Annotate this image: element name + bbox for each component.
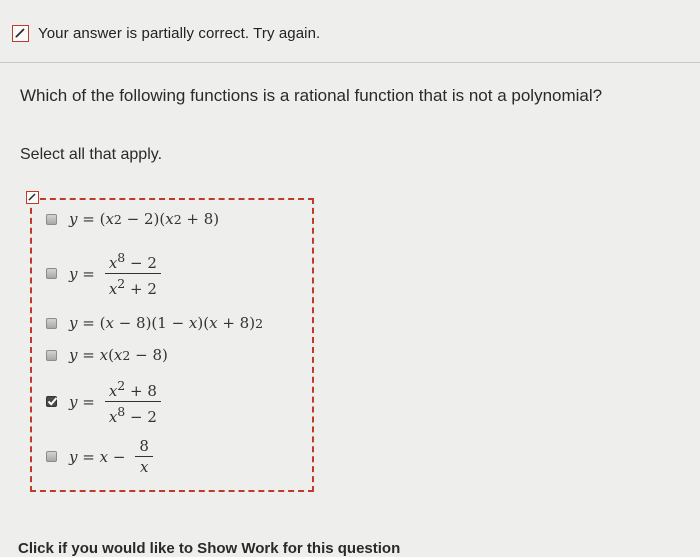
show-work-link[interactable]: Click if you would like to Show Work for… [18,540,400,557]
question-prompt: Which of the following functions is a ra… [20,86,603,105]
option-4[interactable]: y = x(x 2 − 8) [46,346,168,364]
option-3-formula: y = (x − 8)(1 − x)(x + 8) 2 [69,314,264,332]
divider [0,62,700,63]
partial-correct-icon [12,25,29,42]
option-3-checkbox[interactable] [46,317,57,329]
option-1[interactable]: y = (x 2 − 2)(x 2 + 8) [46,210,219,228]
option-5-checkbox[interactable] [46,396,58,407]
feedback-message: Your answer is partially correct. Try ag… [38,25,321,42]
answer-options-box: y = (x 2 − 2)(x 2 + 8) y = x8 − 2 x2 + 2 y… [26,191,314,492]
partial-correct-icon [26,191,39,204]
option-4-checkbox[interactable] [46,349,57,361]
feedback-bar: Your answer is partially correct. Try ag… [0,16,700,52]
option-6-formula: y = x − 8 x [69,436,153,477]
option-2-formula: y = x8 − 2 x2 + 2 [69,248,161,299]
option-3[interactable]: y = (x − 8)(1 − x)(x + 8) 2 [46,314,263,332]
option-5-formula: y = x2 + 8 x8 − 2 [69,376,161,427]
option-2-checkbox[interactable] [46,268,57,279]
option-6[interactable]: y = x − 8 x [46,436,153,477]
option-6-checkbox[interactable] [46,451,57,462]
checkmark-icon [47,397,58,406]
question-instruction: Select all that apply. [20,146,163,163]
option-1-checkbox[interactable] [46,213,57,225]
option-5[interactable]: y = x2 + 8 x8 − 2 [46,376,161,427]
option-2[interactable]: y = x8 − 2 x2 + 2 [46,248,161,299]
option-4-formula: y = x(x 2 − 8) [69,346,168,364]
option-1-formula: y = (x 2 − 2)(x 2 + 8) [69,210,220,228]
